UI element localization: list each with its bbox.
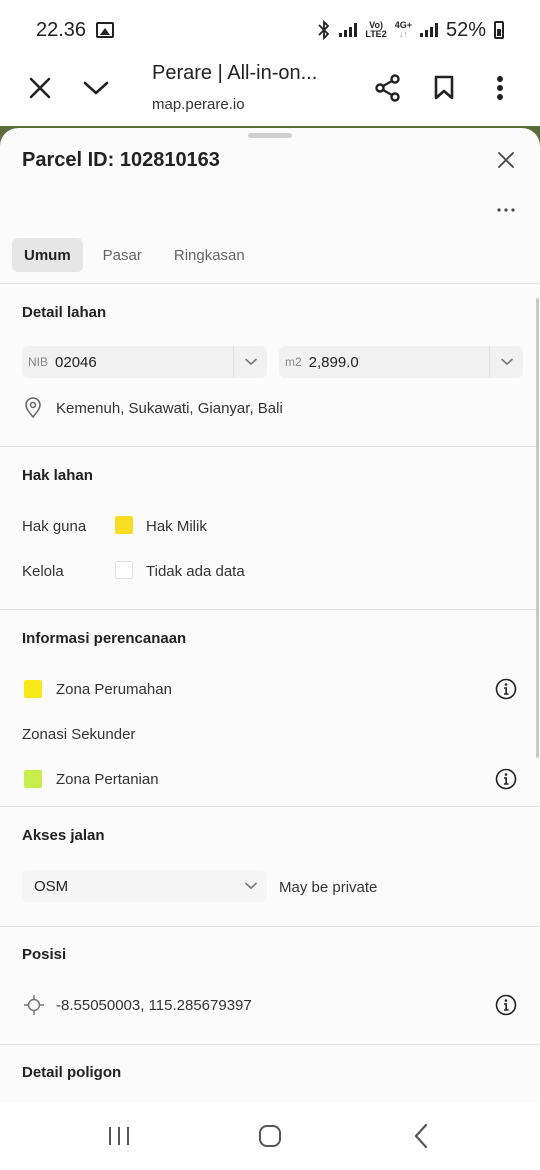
crosshair-icon: [24, 995, 44, 1015]
status-bar: 22.36 Vo) LTE2 4G+ ↓↑ 52%: [0, 0, 540, 60]
hak-guna-color-swatch: [115, 516, 133, 534]
back-button[interactable]: [401, 1121, 441, 1151]
minimize-button[interactable]: [74, 66, 118, 110]
info-icon[interactable]: [495, 768, 517, 790]
bookmark-icon: [434, 75, 454, 100]
kelola-value: Tidak ada data: [146, 563, 245, 580]
zona-utama-text: Zona Perumahan: [56, 681, 172, 698]
area-value: 2,899.0: [308, 353, 359, 371]
signal-2-icon: [419, 23, 438, 37]
nib-value: 02046: [55, 353, 97, 371]
bluetooth-icon: [318, 20, 330, 40]
tab-umum[interactable]: Umum: [12, 238, 83, 272]
section-title-detail-poligon: Detail poligon: [22, 1064, 122, 1081]
parcel-detail-sheet: Parcel ID: 102810163 Umum Pasar Ringkasa…: [0, 128, 540, 1103]
chevron-down-icon: [244, 358, 257, 366]
page-url[interactable]: map.perare.io: [152, 96, 245, 113]
battery-percent: 52%: [445, 18, 486, 41]
hak-guna-label: Hak guna: [22, 518, 87, 535]
divider: [0, 609, 540, 610]
info-icon[interactable]: [495, 994, 517, 1016]
area-select[interactable]: m2 2,899.0: [279, 346, 523, 378]
tab-pasar[interactable]: Pasar: [91, 238, 154, 272]
divider: [0, 926, 540, 927]
akses-note: May be private: [279, 879, 378, 896]
kelola-color-swatch: [115, 561, 133, 579]
more-horizontal-icon: [497, 208, 515, 212]
status-time: 22.36: [36, 18, 87, 41]
section-title-akses-jalan: Akses jalan: [22, 827, 105, 844]
recent-apps-icon: [109, 1127, 129, 1145]
close-icon: [29, 77, 51, 99]
divider: [0, 446, 540, 447]
section-title-posisi: Posisi: [22, 946, 67, 963]
hak-guna-value: Hak Milik: [146, 518, 207, 535]
signal-1-icon: [339, 23, 358, 37]
area-unit: m2: [285, 355, 302, 369]
section-title-perencanaan: Informasi perencanaan: [22, 630, 187, 647]
divider: [0, 283, 540, 284]
battery-icon: [494, 21, 504, 39]
recent-apps-button[interactable]: [99, 1121, 139, 1151]
divider: [0, 806, 540, 807]
info-icon[interactable]: [495, 678, 517, 700]
home-button[interactable]: [250, 1121, 290, 1151]
nib-prefix: NIB: [28, 355, 49, 369]
area-dropdown-button[interactable]: [489, 346, 523, 378]
zona-sekunder-text: Zona Pertanian: [56, 771, 159, 788]
browser-toolbar: Perare | All-in-on... map.perare.io: [0, 60, 540, 126]
back-icon: [414, 1123, 428, 1149]
section-title-hak-lahan: Hak lahan: [22, 467, 93, 484]
network-label-2: 4G+ ↓↑: [394, 20, 412, 39]
kelola-label: Kelola: [22, 563, 64, 580]
chevron-down-icon: [500, 358, 513, 366]
akses-source-select[interactable]: OSM: [22, 870, 267, 902]
browser-menu-button[interactable]: [478, 66, 522, 110]
coordinates-text: -8.55050003, 115.285679397: [56, 997, 252, 1014]
status-indicators: Vo) LTE2 4G+ ↓↑ 52%: [317, 19, 504, 42]
zonasi-sekunder-label: Zonasi Sekunder: [22, 726, 136, 743]
screen: 22.36 Vo) LTE2 4G+ ↓↑ 52% Perare | All-in-…: [0, 0, 540, 1170]
tab-ringkasan[interactable]: Ringkasan: [162, 238, 257, 272]
akses-source-value: OSM: [34, 877, 69, 895]
section-title-detail-lahan: Detail lahan: [22, 304, 107, 321]
gallery-notification-icon: [96, 22, 115, 38]
divider: [0, 1044, 540, 1045]
share-icon: [375, 74, 400, 102]
close-tab-button[interactable]: [18, 66, 62, 110]
sheet-title: Parcel ID: 102810163: [22, 149, 220, 171]
share-button[interactable]: [366, 66, 410, 110]
home-icon: [259, 1125, 281, 1147]
location-text: Kemenuh, Sukawati, Gianyar, Bali: [56, 400, 283, 417]
zona-pertanian-swatch: [24, 770, 42, 788]
sheet-close-button[interactable]: [492, 146, 520, 174]
zona-perumahan-swatch: [24, 680, 42, 698]
tab-bar: Umum Pasar Ringkasan: [12, 238, 257, 272]
chevron-down-icon: [245, 882, 257, 890]
system-nav-bar: [0, 1103, 540, 1170]
more-vertical-icon: [497, 76, 503, 100]
close-icon: [498, 152, 514, 168]
sheet-more-button[interactable]: [494, 200, 518, 220]
nib-select[interactable]: NIB 02046: [22, 346, 267, 378]
sheet-drag-handle[interactable]: [248, 133, 292, 138]
bookmark-button[interactable]: [422, 66, 466, 110]
location-pin-icon: [25, 397, 41, 419]
chevron-down-icon: [83, 81, 109, 95]
sheet-scrollbar[interactable]: [536, 298, 539, 758]
nib-dropdown-button[interactable]: [233, 346, 267, 378]
page-title: Perare | All-in-on...: [152, 62, 318, 84]
network-label-1: Vo) LTE2: [365, 20, 387, 39]
